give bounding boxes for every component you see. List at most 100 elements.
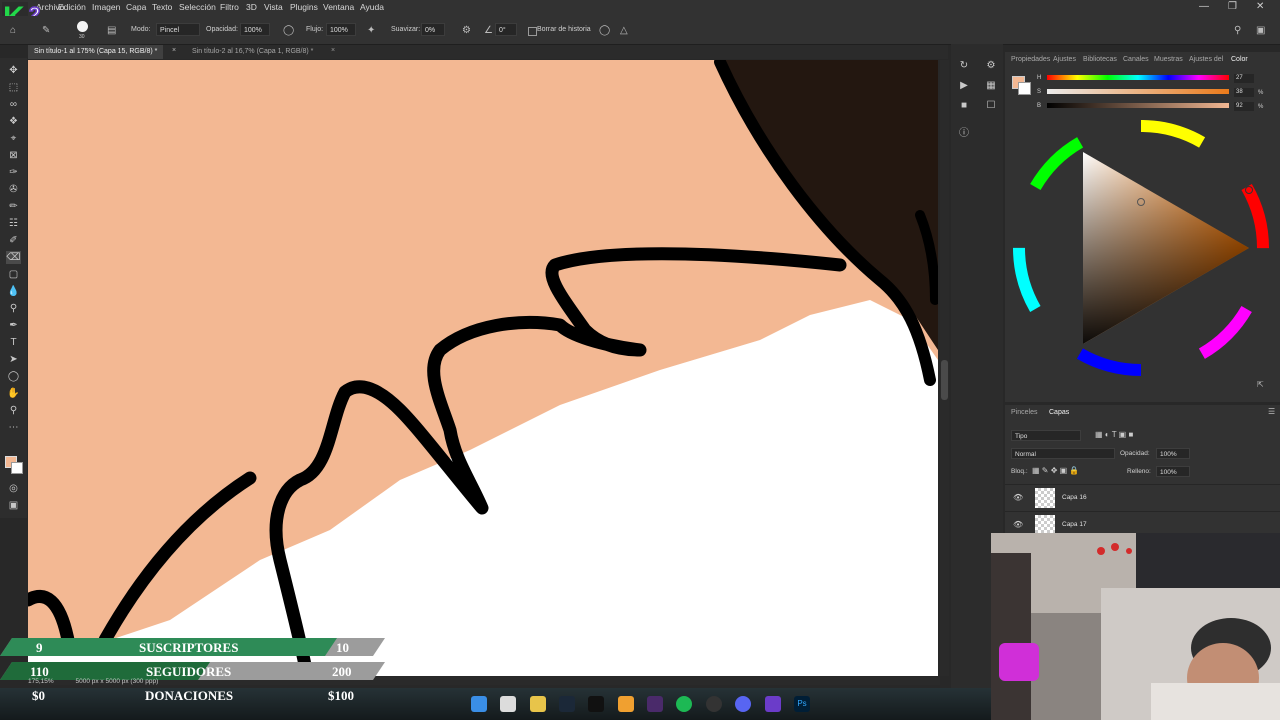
close-icon[interactable]: ✕ bbox=[1256, 1, 1264, 12]
history-brush-tool-icon[interactable]: ✐ bbox=[6, 234, 21, 247]
more-tools-icon[interactable]: ⋯ bbox=[6, 421, 21, 434]
tab-muestras[interactable]: Muestras bbox=[1154, 56, 1183, 63]
lasso-tool-icon[interactable]: ∞ bbox=[6, 98, 21, 111]
quick-mask-icon[interactable]: ◎ bbox=[6, 482, 21, 495]
tab-color[interactable]: Color bbox=[1231, 56, 1248, 63]
tab-pinceles[interactable]: Pinceles bbox=[1011, 409, 1037, 416]
layer-row[interactable]: 👁 Capa 16 bbox=[1005, 484, 1280, 511]
shape-tool-icon[interactable]: ◯ bbox=[6, 370, 21, 383]
b-value[interactable]: 92 bbox=[1234, 102, 1254, 111]
app-icon[interactable] bbox=[765, 696, 781, 712]
brush-preview-icon[interactable] bbox=[77, 21, 88, 32]
tab-capas[interactable]: Capas bbox=[1049, 409, 1069, 416]
layer-name[interactable]: Capa 16 bbox=[1062, 494, 1087, 501]
menu-capa[interactable]: Capa bbox=[126, 2, 146, 12]
pen-tool-icon[interactable]: ✒ bbox=[6, 319, 21, 332]
libraries-panel-icon[interactable]: ☐ bbox=[984, 100, 998, 112]
tab-ajustes[interactable]: Ajustes bbox=[1053, 56, 1076, 63]
zoom-level[interactable]: 175,15% bbox=[28, 678, 54, 685]
symmetry-icon[interactable]: △ bbox=[620, 25, 628, 36]
menu-ayuda[interactable]: Ayuda bbox=[360, 2, 384, 12]
modo-select[interactable]: Pincel bbox=[156, 23, 200, 36]
menu-vista[interactable]: Vista bbox=[264, 2, 283, 12]
eraser-tool-icon[interactable]: ✎ bbox=[42, 25, 50, 36]
dodge-tool-icon[interactable]: ⚲ bbox=[6, 302, 21, 315]
start-icon[interactable] bbox=[471, 696, 487, 712]
borrar-historia-checkbox[interactable] bbox=[528, 27, 537, 36]
pressure-opacity-icon[interactable]: ◯ bbox=[283, 25, 294, 36]
lock-icons[interactable]: ▦ ✎ ✥ ▣ 🔒 bbox=[1032, 466, 1079, 475]
discord-icon[interactable] bbox=[735, 696, 751, 712]
menu-3d[interactable]: 3D bbox=[246, 2, 257, 12]
flujo-field[interactable]: 100% bbox=[326, 23, 356, 36]
minimize-icon[interactable]: — bbox=[1199, 1, 1209, 12]
spotify-icon[interactable] bbox=[676, 696, 692, 712]
tab-bibliotecas[interactable]: Bibliotecas bbox=[1083, 56, 1117, 63]
background-color-swatch[interactable] bbox=[11, 462, 23, 474]
eyedropper-tool-icon[interactable]: ✑ bbox=[6, 166, 21, 179]
blur-tool-icon[interactable]: 💧 bbox=[6, 285, 21, 298]
history-panel-icon[interactable]: ↻ bbox=[957, 60, 971, 72]
s-value[interactable]: 38 bbox=[1234, 88, 1254, 97]
quick-select-tool-icon[interactable]: ❖ bbox=[6, 115, 21, 128]
brush-settings-icon[interactable]: ▤ bbox=[107, 25, 116, 36]
tab-ajustes-del[interactable]: Ajustes del bbox=[1189, 56, 1223, 63]
text-tool-icon[interactable]: T bbox=[6, 336, 21, 349]
steam-icon[interactable] bbox=[559, 696, 575, 712]
panel-menu-icon[interactable]: ☰ bbox=[1268, 407, 1275, 416]
airbrush-icon[interactable]: ✦ bbox=[367, 25, 375, 36]
workspace-icon[interactable]: ▣ bbox=[1256, 25, 1265, 36]
adjust-panel-icon[interactable]: ⚙ bbox=[984, 60, 998, 72]
brush-tool-icon[interactable]: ✏ bbox=[6, 200, 21, 213]
smoothing-settings-icon[interactable]: ⚙ bbox=[462, 25, 471, 36]
tab-propiedades[interactable]: Propiedades bbox=[1011, 56, 1050, 63]
actions-panel-icon[interactable]: ▶ bbox=[957, 80, 971, 92]
crop-tool-icon[interactable]: ⌖ bbox=[6, 132, 21, 145]
app-icon[interactable] bbox=[647, 696, 663, 712]
menu-texto[interactable]: Texto bbox=[152, 2, 172, 12]
frame-tool-icon[interactable]: ⊠ bbox=[6, 149, 21, 162]
info-panel-icon[interactable]: ⓘ bbox=[957, 124, 971, 139]
obs-icon[interactable] bbox=[706, 696, 722, 712]
vertical-scroll-thumb[interactable] bbox=[941, 360, 948, 400]
healing-tool-icon[interactable]: ✇ bbox=[6, 183, 21, 196]
pressure-size-icon[interactable]: ◯ bbox=[599, 25, 610, 36]
hue-slider[interactable] bbox=[1047, 75, 1229, 80]
menu-edicion[interactable]: Edición bbox=[58, 2, 86, 12]
tab-document-2[interactable]: Sin título-2 al 16,7% (Capa 1, RGB/8) * bbox=[186, 45, 319, 59]
opacidad-field[interactable]: 100% bbox=[240, 23, 270, 36]
search-taskbar-icon[interactable] bbox=[500, 696, 516, 712]
close-tab-1-icon[interactable]: × bbox=[172, 47, 176, 54]
expand-icon[interactable]: ⇱ bbox=[1257, 380, 1264, 389]
move-tool-icon[interactable]: ✥ bbox=[6, 64, 21, 77]
path-select-tool-icon[interactable]: ➤ bbox=[6, 353, 21, 366]
brightness-slider[interactable] bbox=[1047, 103, 1229, 108]
tab-document-1[interactable]: Sin título-1 al 175% (Capa 15, RGB/8) * bbox=[28, 45, 164, 59]
comments-panel-icon[interactable]: ■ bbox=[957, 100, 971, 112]
color-wheel[interactable] bbox=[1013, 120, 1269, 376]
canvas[interactable] bbox=[28, 60, 938, 676]
relleno-field[interactable]: 100% bbox=[1156, 466, 1190, 477]
menu-seleccion[interactable]: Selección bbox=[179, 2, 216, 12]
folder-icon[interactable] bbox=[618, 696, 634, 712]
menu-imagen[interactable]: Imagen bbox=[92, 2, 120, 12]
menu-plugins[interactable]: Plugins bbox=[290, 2, 318, 12]
menu-ventana[interactable]: Ventana bbox=[323, 2, 354, 12]
layer-filter-select[interactable]: Tipo bbox=[1011, 430, 1081, 441]
marquee-tool-icon[interactable]: ⬚ bbox=[6, 81, 21, 94]
layer-name[interactable]: Capa 17 bbox=[1062, 521, 1087, 528]
zoom-tool-icon[interactable]: ⚲ bbox=[6, 404, 21, 417]
blend-mode-select[interactable]: Normal bbox=[1011, 448, 1115, 459]
eraser-tool-icon[interactable]: ⌫ bbox=[6, 251, 21, 264]
menu-filtro[interactable]: Filtro bbox=[220, 2, 239, 12]
file-explorer-icon[interactable] bbox=[530, 696, 546, 712]
background-color-swatch[interactable] bbox=[1018, 82, 1031, 95]
visibility-eye-icon[interactable]: 👁 bbox=[1013, 493, 1023, 502]
search-icon[interactable]: ⚲ bbox=[1234, 25, 1241, 36]
saturation-slider[interactable] bbox=[1047, 89, 1229, 94]
suavizar-field[interactable]: 0% bbox=[421, 23, 445, 36]
hand-tool-icon[interactable]: ✋ bbox=[6, 387, 21, 400]
photoshop-icon[interactable]: Ps bbox=[794, 696, 810, 712]
filter-pixel-icon[interactable]: ▦ ◐ T ▣ ■ bbox=[1095, 430, 1133, 439]
maximize-icon[interactable]: ❐ bbox=[1228, 1, 1237, 12]
